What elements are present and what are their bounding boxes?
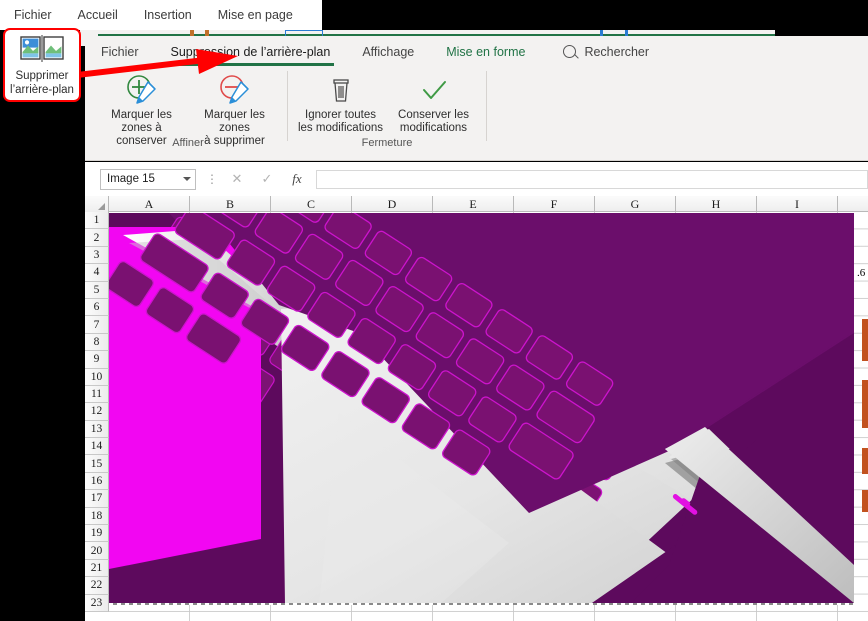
name-box-value: Image 15 <box>107 173 155 185</box>
row-header[interactable]: 22 <box>85 577 109 595</box>
cmd-label-line2: les modifications <box>297 122 383 134</box>
select-all-corner[interactable] <box>85 196 109 212</box>
ribbon-search[interactable]: Rechercher <box>563 45 649 59</box>
checkmark-icon <box>418 73 450 107</box>
insert-function-icon[interactable]: fx <box>282 169 312 190</box>
tab-mise-en-forme[interactable]: Mise en forme <box>444 41 527 63</box>
row-header[interactable]: 8 <box>85 333 109 352</box>
col-header-h[interactable]: H <box>676 196 757 212</box>
row-header[interactable]: 17 <box>85 490 109 508</box>
row-header[interactable]: 23 <box>85 594 109 612</box>
sheet-canvas[interactable]: .6 <box>109 212 868 621</box>
callout-label-line1: Supprimer <box>15 70 69 82</box>
ribbon-group-divider-end <box>486 71 487 141</box>
edge-cell-fragment: .6 <box>857 267 866 279</box>
column-headers: A B C D E F G H I <box>85 196 868 212</box>
row-header[interactable]: 1 <box>85 212 109 230</box>
menu-accueil[interactable]: Accueil <box>78 8 118 22</box>
menu-insertion[interactable]: Insertion <box>144 8 192 22</box>
row-header[interactable]: 19 <box>85 525 109 543</box>
callout-label-line2: l’arrière-plan <box>10 84 74 96</box>
cmd-label-line1: Marquer les <box>111 109 172 121</box>
picture-render <box>109 213 854 605</box>
top-menu-bar: Fichier Accueil Insertion Mise en page <box>0 0 322 30</box>
row-header[interactable]: 9 <box>85 351 109 369</box>
row-header[interactable]: 7 <box>85 316 109 334</box>
row-header[interactable]: 5 <box>85 281 109 299</box>
formula-bar-expand-dots[interactable]: ⋮ <box>206 173 218 185</box>
row-header[interactable]: 16 <box>85 472 109 491</box>
laptop-photo-with-background-removal-overlay[interactable] <box>109 213 854 605</box>
menu-fichier[interactable]: Fichier <box>14 8 52 22</box>
row-header[interactable]: 3 <box>85 246 109 265</box>
row-header[interactable]: 11 <box>85 385 109 404</box>
row-header[interactable]: 10 <box>85 368 109 386</box>
row-header[interactable]: 18 <box>85 507 109 526</box>
spreadsheet-grid: A B C D E F G H I 1 2 3 4 5 6 7 8 9 10 1… <box>85 196 868 621</box>
group-fermeture-title: Fermeture <box>361 137 413 149</box>
col-header-d[interactable]: D <box>352 196 433 212</box>
cmd-label-line1: Conserver les <box>398 109 469 121</box>
search-icon <box>563 45 577 58</box>
select-all-triangle-icon <box>98 203 105 210</box>
trash-icon <box>326 73 356 107</box>
col-header-f[interactable]: F <box>514 196 595 212</box>
cmd-conserver-modifications[interactable]: Conserver les modifications <box>387 67 480 135</box>
row-header[interactable]: 21 <box>85 559 109 578</box>
menu-mise-en-page[interactable]: Mise en page <box>218 8 293 22</box>
edge-orange-bar-1 <box>862 319 868 361</box>
chevron-down-icon[interactable] <box>183 177 191 181</box>
group-affiner-title: Affiner <box>172 137 204 149</box>
row-header[interactable]: 12 <box>85 403 109 421</box>
callout-supprimer-arriere-plan[interactable]: Supprimer l’arrière-plan <box>3 28 81 102</box>
col-header-i[interactable]: I <box>757 196 838 212</box>
edge-orange-bar-2 <box>862 380 868 428</box>
cmd-label-line1: Ignorer toutes <box>305 109 376 121</box>
tab-affichage[interactable]: Affichage <box>360 41 416 63</box>
col-header-b[interactable]: B <box>190 196 271 212</box>
cmd-label-line1: Marquer les zones <box>204 109 265 134</box>
row-header[interactable]: 14 <box>85 438 109 456</box>
cmd-label-line2: modifications <box>399 122 468 134</box>
row-header[interactable]: 4 <box>85 264 109 282</box>
confirm-icon[interactable]: ✓ <box>252 169 282 190</box>
formula-bar-row: Image 15 ⋮ ✕ ✓ fx <box>85 162 868 196</box>
cancel-icon[interactable]: ✕ <box>222 169 252 190</box>
col-header-c[interactable]: C <box>271 196 352 212</box>
group-fermeture: Ignorer toutes les modifications Conserv… <box>294 67 480 159</box>
formula-input[interactable] <box>316 169 868 189</box>
col-header-a[interactable]: A <box>109 196 190 212</box>
ribbon-group-divider <box>287 71 288 141</box>
app-window: Fichier Accueil Insertion Mise en page F… <box>0 0 868 621</box>
cmd-ignorer-modifications[interactable]: Ignorer toutes les modifications <box>294 67 387 135</box>
col-header-g[interactable]: G <box>595 196 676 212</box>
row-header[interactable]: 15 <box>85 455 109 473</box>
ribbon-search-label: Rechercher <box>584 44 650 59</box>
callout-arrow <box>60 49 238 80</box>
row-header[interactable]: 2 <box>85 229 109 247</box>
row-header[interactable]: 6 <box>85 298 109 317</box>
name-box[interactable]: Image 15 <box>100 168 196 190</box>
row-header[interactable]: 13 <box>85 420 109 439</box>
edge-orange-bar-3 <box>862 448 868 474</box>
col-header-e[interactable]: E <box>433 196 514 212</box>
remove-background-icon <box>20 35 64 66</box>
row-header[interactable]: 20 <box>85 542 109 560</box>
row-headers: 1 2 3 4 5 6 7 8 9 10 11 12 13 14 15 16 1… <box>85 212 109 612</box>
edge-orange-bar-4 <box>862 490 868 512</box>
